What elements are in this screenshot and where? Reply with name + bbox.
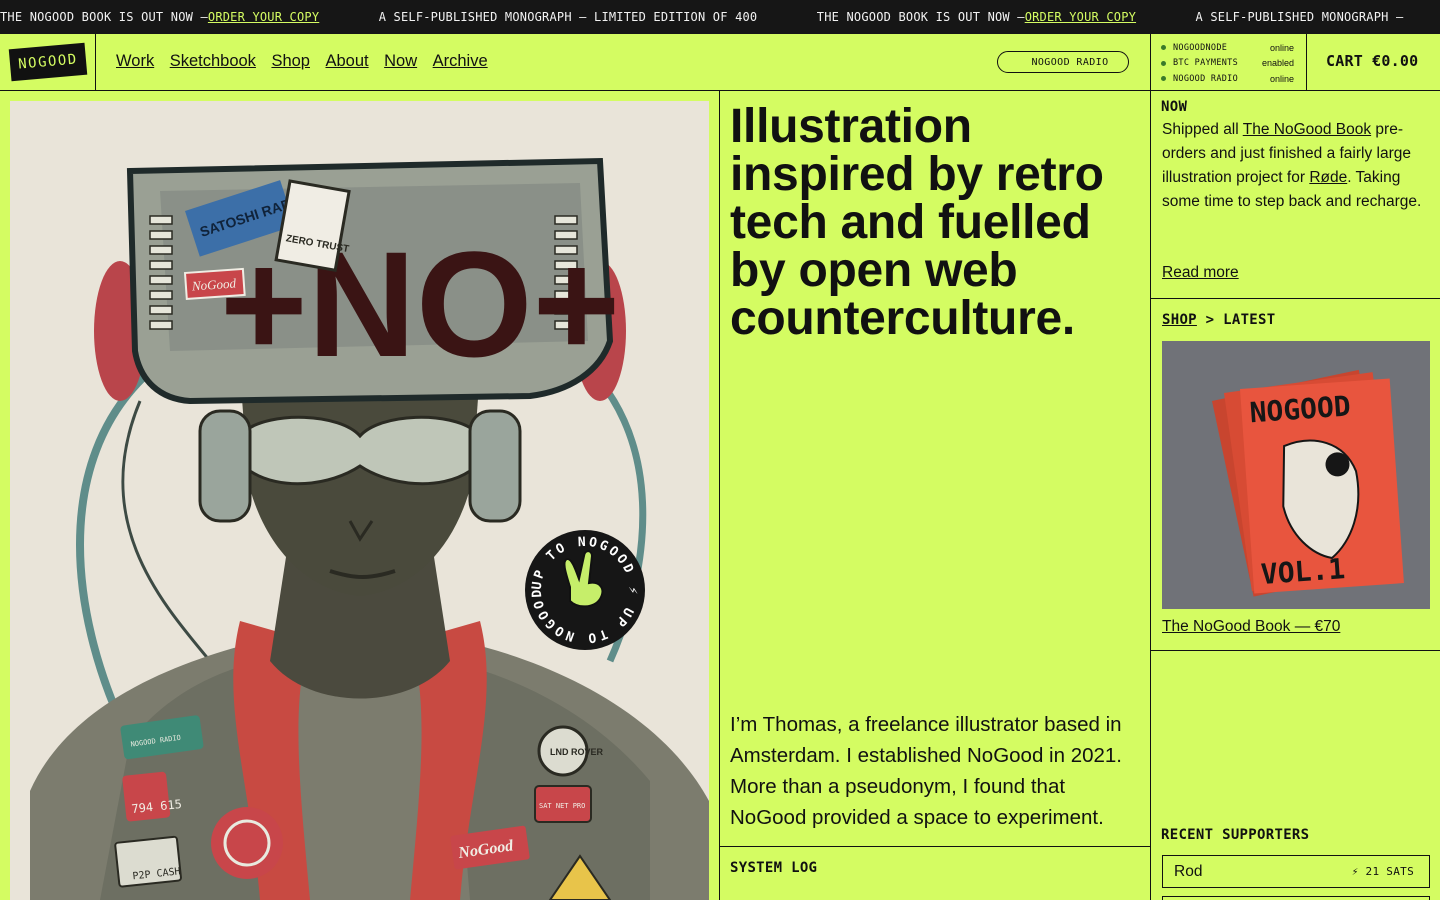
status-dot-icon bbox=[1161, 60, 1166, 66]
announcement-ticker: THE NOGOOD BOOK IS OUT NOW — ORDER YOUR … bbox=[0, 0, 1440, 34]
order-copy-link[interactable]: ORDER YOUR COPY bbox=[208, 10, 319, 24]
sidebar-column: NOW Shipped all The NoGood Book pre-orde… bbox=[1151, 91, 1440, 900]
main-nav: Work Sketchbook Shop About Now Archive bbox=[116, 52, 503, 71]
ticker-item: THE NOGOOD BOOK IS OUT NOW — ORDER YOUR … bbox=[0, 10, 320, 24]
book-cover-svg: NOGOOD VOL.1 bbox=[1162, 341, 1430, 609]
nav-work[interactable]: Work bbox=[116, 52, 154, 71]
ticker-track: THE NOGOOD BOOK IS OUT NOW — ORDER YOUR … bbox=[0, 10, 1403, 24]
divider bbox=[1151, 298, 1440, 299]
ticker-item: A SELF-PUBLISHED MONOGRAPH — LIMITED EDI… bbox=[378, 10, 758, 24]
supporter-row: Rod ⚡ 21 SATS bbox=[1162, 855, 1430, 888]
supporter-sats: ⚡ 21 SATS bbox=[1351, 865, 1414, 878]
nav-sketchbook[interactable]: Sketchbook bbox=[170, 52, 256, 71]
status-row: NOGOOD RADIO online bbox=[1161, 71, 1294, 87]
nav-about[interactable]: About bbox=[325, 52, 368, 71]
system-log-title: SYSTEM LOG bbox=[730, 860, 818, 876]
status-name: NOGOODNODE bbox=[1173, 42, 1228, 53]
now-text: Shipped all The NoGood Book pre-orders a… bbox=[1162, 121, 1422, 210]
sticker-nogood: NoGood bbox=[190, 275, 236, 293]
nogood-logo[interactable]: NOGOOD bbox=[8, 42, 88, 82]
divider bbox=[720, 846, 1151, 847]
hero-illustration: +NO+ SATOSHI RADIO ZERO TRUST NoGood NOG… bbox=[10, 101, 709, 900]
product-image[interactable]: NOGOOD VOL.1 bbox=[1162, 341, 1430, 609]
status-name: BTC PAYMENTS bbox=[1173, 58, 1239, 69]
service-status-panel: NOGOODNODE online BTC PAYMENTS enabled N… bbox=[1150, 34, 1307, 90]
status-name: NOGOOD RADIO bbox=[1173, 73, 1239, 84]
rode-link[interactable]: Røde bbox=[1309, 169, 1347, 186]
page-tagline: Illustration inspired by retro tech and … bbox=[730, 100, 1104, 345]
status-row: BTC PAYMENTS enabled bbox=[1161, 56, 1294, 72]
ticker-item: A SELF-PUBLISHED MONOGRAPH — bbox=[1195, 10, 1404, 24]
nav-shop[interactable]: Shop bbox=[271, 52, 310, 71]
intro-column: Illustration inspired by retro tech and … bbox=[720, 91, 1151, 900]
radio-indicator-icon bbox=[1006, 59, 1012, 65]
status-row: NOGOODNODE online bbox=[1161, 40, 1294, 56]
cart-link[interactable]: CART €0.00 bbox=[1326, 52, 1418, 70]
illustration-svg: +NO+ SATOSHI RADIO ZERO TRUST NoGood NOG… bbox=[10, 101, 709, 900]
status-value: online bbox=[1269, 42, 1294, 53]
shop-link[interactable]: SHOP bbox=[1162, 312, 1197, 328]
status-value: online bbox=[1269, 73, 1294, 84]
read-more-link[interactable]: Read more bbox=[1162, 264, 1239, 282]
book-cover-title: NOGOOD bbox=[1249, 389, 1352, 429]
divider bbox=[1151, 650, 1440, 651]
nav-archive[interactable]: Archive bbox=[433, 52, 488, 71]
order-copy-link[interactable]: ORDER YOUR COPY bbox=[1025, 10, 1136, 24]
status-dot-icon bbox=[1161, 45, 1166, 51]
book-link[interactable]: The NoGood Book bbox=[1243, 121, 1371, 138]
now-title: NOW bbox=[1161, 99, 1188, 115]
site-header: NOGOOD Work Sketchbook Shop About Now Ar… bbox=[0, 34, 1440, 91]
supporter-row bbox=[1162, 896, 1430, 900]
recent-supporters-title: RECENT SUPPORTERS bbox=[1161, 827, 1310, 843]
product-link[interactable]: The NoGood Book — €70 bbox=[1162, 618, 1340, 636]
nav-now[interactable]: Now bbox=[384, 52, 417, 71]
patch-lnd-rover: LND ROVER bbox=[550, 747, 604, 757]
bio-paragraph: I’m Thomas, a freelance illustrator base… bbox=[730, 713, 1122, 829]
radio-button-label: NOGOOD RADIO bbox=[1031, 56, 1109, 68]
status-value: enabled bbox=[1261, 58, 1294, 69]
book-cover-volume: VOL.1 bbox=[1260, 552, 1346, 591]
supporter-name: Rod bbox=[1174, 862, 1203, 880]
ticker-item: THE NOGOOD BOOK IS OUT NOW — ORDER YOUR … bbox=[816, 10, 1137, 24]
status-dot-icon bbox=[1161, 76, 1166, 82]
logo-cell: NOGOOD bbox=[0, 34, 96, 90]
nogood-radio-button[interactable]: NOGOOD RADIO bbox=[997, 51, 1129, 73]
shop-latest-heading: SHOP > LATEST bbox=[1162, 312, 1276, 328]
patch-sat-net: SAT NET PRO bbox=[539, 802, 585, 810]
